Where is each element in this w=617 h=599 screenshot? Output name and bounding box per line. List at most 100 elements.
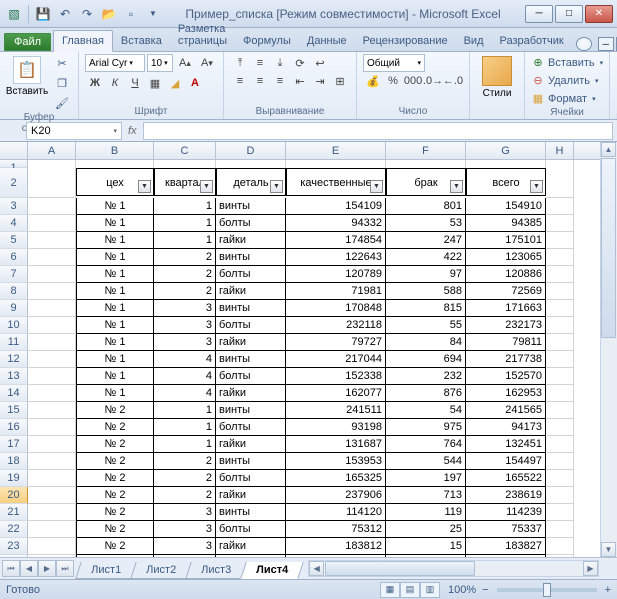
cell[interactable]: гайки xyxy=(216,334,286,351)
ribbon-tab[interactable]: Вставка xyxy=(113,31,170,51)
filter-dropdown-icon[interactable]: ▼ xyxy=(200,180,213,193)
cell[interactable]: № 1 xyxy=(76,351,154,368)
ribbon-tab[interactable]: Данные xyxy=(299,31,355,51)
align-left-icon[interactable]: ≡ xyxy=(230,72,250,90)
align-center-icon[interactable]: ≡ xyxy=(250,72,270,90)
table-header-cell[interactable]: деталь▼ xyxy=(216,168,286,196)
cell[interactable]: 764 xyxy=(386,436,466,453)
scroll-right-icon[interactable]: ▶ xyxy=(583,561,598,576)
cell[interactable] xyxy=(28,198,76,215)
cell[interactable]: 1 xyxy=(154,232,216,249)
zoom-thumb[interactable] xyxy=(543,583,551,597)
scroll-left-icon[interactable]: ◀ xyxy=(309,561,324,576)
format-painter-icon[interactable]: 🖌 xyxy=(52,94,72,112)
cell[interactable]: № 1 xyxy=(76,300,154,317)
cell[interactable]: 162953 xyxy=(466,385,546,402)
cell[interactable]: болты xyxy=(216,215,286,232)
cell[interactable]: 1 xyxy=(154,436,216,453)
table-header-cell[interactable]: квартал▼ xyxy=(154,168,216,196)
cell[interactable] xyxy=(546,198,574,215)
cell[interactable]: 2 xyxy=(154,487,216,504)
cell[interactable]: 422 xyxy=(386,249,466,266)
sheet-tab[interactable]: Лист1 xyxy=(75,562,137,579)
cell[interactable]: 175101 xyxy=(466,232,546,249)
cell[interactable]: 1 xyxy=(154,215,216,232)
select-all-button[interactable] xyxy=(0,142,28,159)
cell[interactable]: винты xyxy=(216,402,286,419)
grow-font-icon[interactable]: A▴ xyxy=(175,54,195,72)
cell[interactable] xyxy=(28,160,76,168)
cells-insert-button[interactable]: ⊕Вставить▾ xyxy=(531,54,603,71)
cell[interactable]: № 1 xyxy=(76,283,154,300)
cell[interactable] xyxy=(546,487,574,504)
cell[interactable]: 4 xyxy=(154,351,216,368)
cell[interactable]: гайки xyxy=(216,538,286,555)
cell[interactable]: 119 xyxy=(386,504,466,521)
cell[interactable]: 183827 xyxy=(466,538,546,555)
cell[interactable]: 54 xyxy=(386,402,466,419)
save-icon[interactable]: 💾 xyxy=(33,4,53,24)
row-header[interactable]: 17 xyxy=(0,436,28,453)
qat-dropdown-icon[interactable]: ▼ xyxy=(143,4,163,24)
cell[interactable] xyxy=(546,300,574,317)
cell[interactable]: 152570 xyxy=(466,368,546,385)
cell[interactable]: гайки xyxy=(216,283,286,300)
row-header[interactable]: 7 xyxy=(0,266,28,283)
ribbon-tab[interactable]: Разработчик xyxy=(492,31,572,51)
cell[interactable]: 120886 xyxy=(466,266,546,283)
cell[interactable]: гайки xyxy=(216,487,286,504)
row-header[interactable]: 22 xyxy=(0,521,28,538)
cell[interactable]: 232 xyxy=(386,368,466,385)
table-header-cell[interactable]: цех▼ xyxy=(76,168,154,196)
cell[interactable] xyxy=(216,160,286,168)
styles-button[interactable]: Стили xyxy=(476,54,518,99)
filter-dropdown-icon[interactable]: ▼ xyxy=(450,180,463,193)
cell[interactable] xyxy=(546,436,574,453)
hscroll-thumb[interactable] xyxy=(325,561,475,576)
cell[interactable] xyxy=(546,232,574,249)
pagelayout-view-icon[interactable]: ▤ xyxy=(400,582,420,598)
cell[interactable]: 2 xyxy=(154,266,216,283)
cell[interactable] xyxy=(546,402,574,419)
cell[interactable]: 197 xyxy=(386,470,466,487)
cut-icon[interactable]: ✂ xyxy=(52,54,72,72)
cell[interactable] xyxy=(546,538,574,555)
cell[interactable]: 165522 xyxy=(466,470,546,487)
col-header[interactable]: C xyxy=(154,142,216,159)
cell[interactable] xyxy=(28,351,76,368)
cell[interactable]: 170848 xyxy=(286,300,386,317)
ribbon-tab[interactable]: Рецензирование xyxy=(355,31,456,51)
copy-icon[interactable]: ❐ xyxy=(52,74,72,92)
close-button[interactable]: ✕ xyxy=(585,5,613,23)
cell[interactable] xyxy=(546,266,574,283)
cell[interactable] xyxy=(546,334,574,351)
col-header[interactable]: F xyxy=(386,142,466,159)
cell[interactable]: болты xyxy=(216,317,286,334)
cell[interactable]: 4 xyxy=(154,368,216,385)
col-header[interactable]: B xyxy=(76,142,154,159)
cell[interactable]: № 1 xyxy=(76,334,154,351)
cell[interactable]: № 2 xyxy=(76,487,154,504)
merge-icon[interactable]: ⊞ xyxy=(330,72,350,90)
cell[interactable] xyxy=(28,538,76,555)
row-header[interactable]: 3 xyxy=(0,198,28,215)
cell[interactable]: 94385 xyxy=(466,215,546,232)
cell[interactable] xyxy=(546,385,574,402)
cell[interactable] xyxy=(546,504,574,521)
cell[interactable] xyxy=(28,368,76,385)
row-header[interactable]: 5 xyxy=(0,232,28,249)
cell[interactable] xyxy=(28,504,76,521)
cell[interactable]: 2 xyxy=(154,470,216,487)
cell[interactable]: болты xyxy=(216,419,286,436)
ribbon-tab[interactable]: Разметка страницы xyxy=(170,19,235,51)
cell[interactable]: № 1 xyxy=(76,317,154,334)
cell[interactable]: № 2 xyxy=(76,521,154,538)
sheet-nav-prev-icon[interactable]: ◀ xyxy=(20,560,38,577)
cell[interactable] xyxy=(28,168,76,198)
ribbon-tab[interactable]: Формулы xyxy=(235,31,299,51)
font-size-combo[interactable]: 10▾ xyxy=(147,54,173,72)
cell[interactable] xyxy=(154,160,216,168)
cell[interactable]: болты xyxy=(216,266,286,283)
cell[interactable]: 15 xyxy=(386,538,466,555)
cell[interactable] xyxy=(28,419,76,436)
